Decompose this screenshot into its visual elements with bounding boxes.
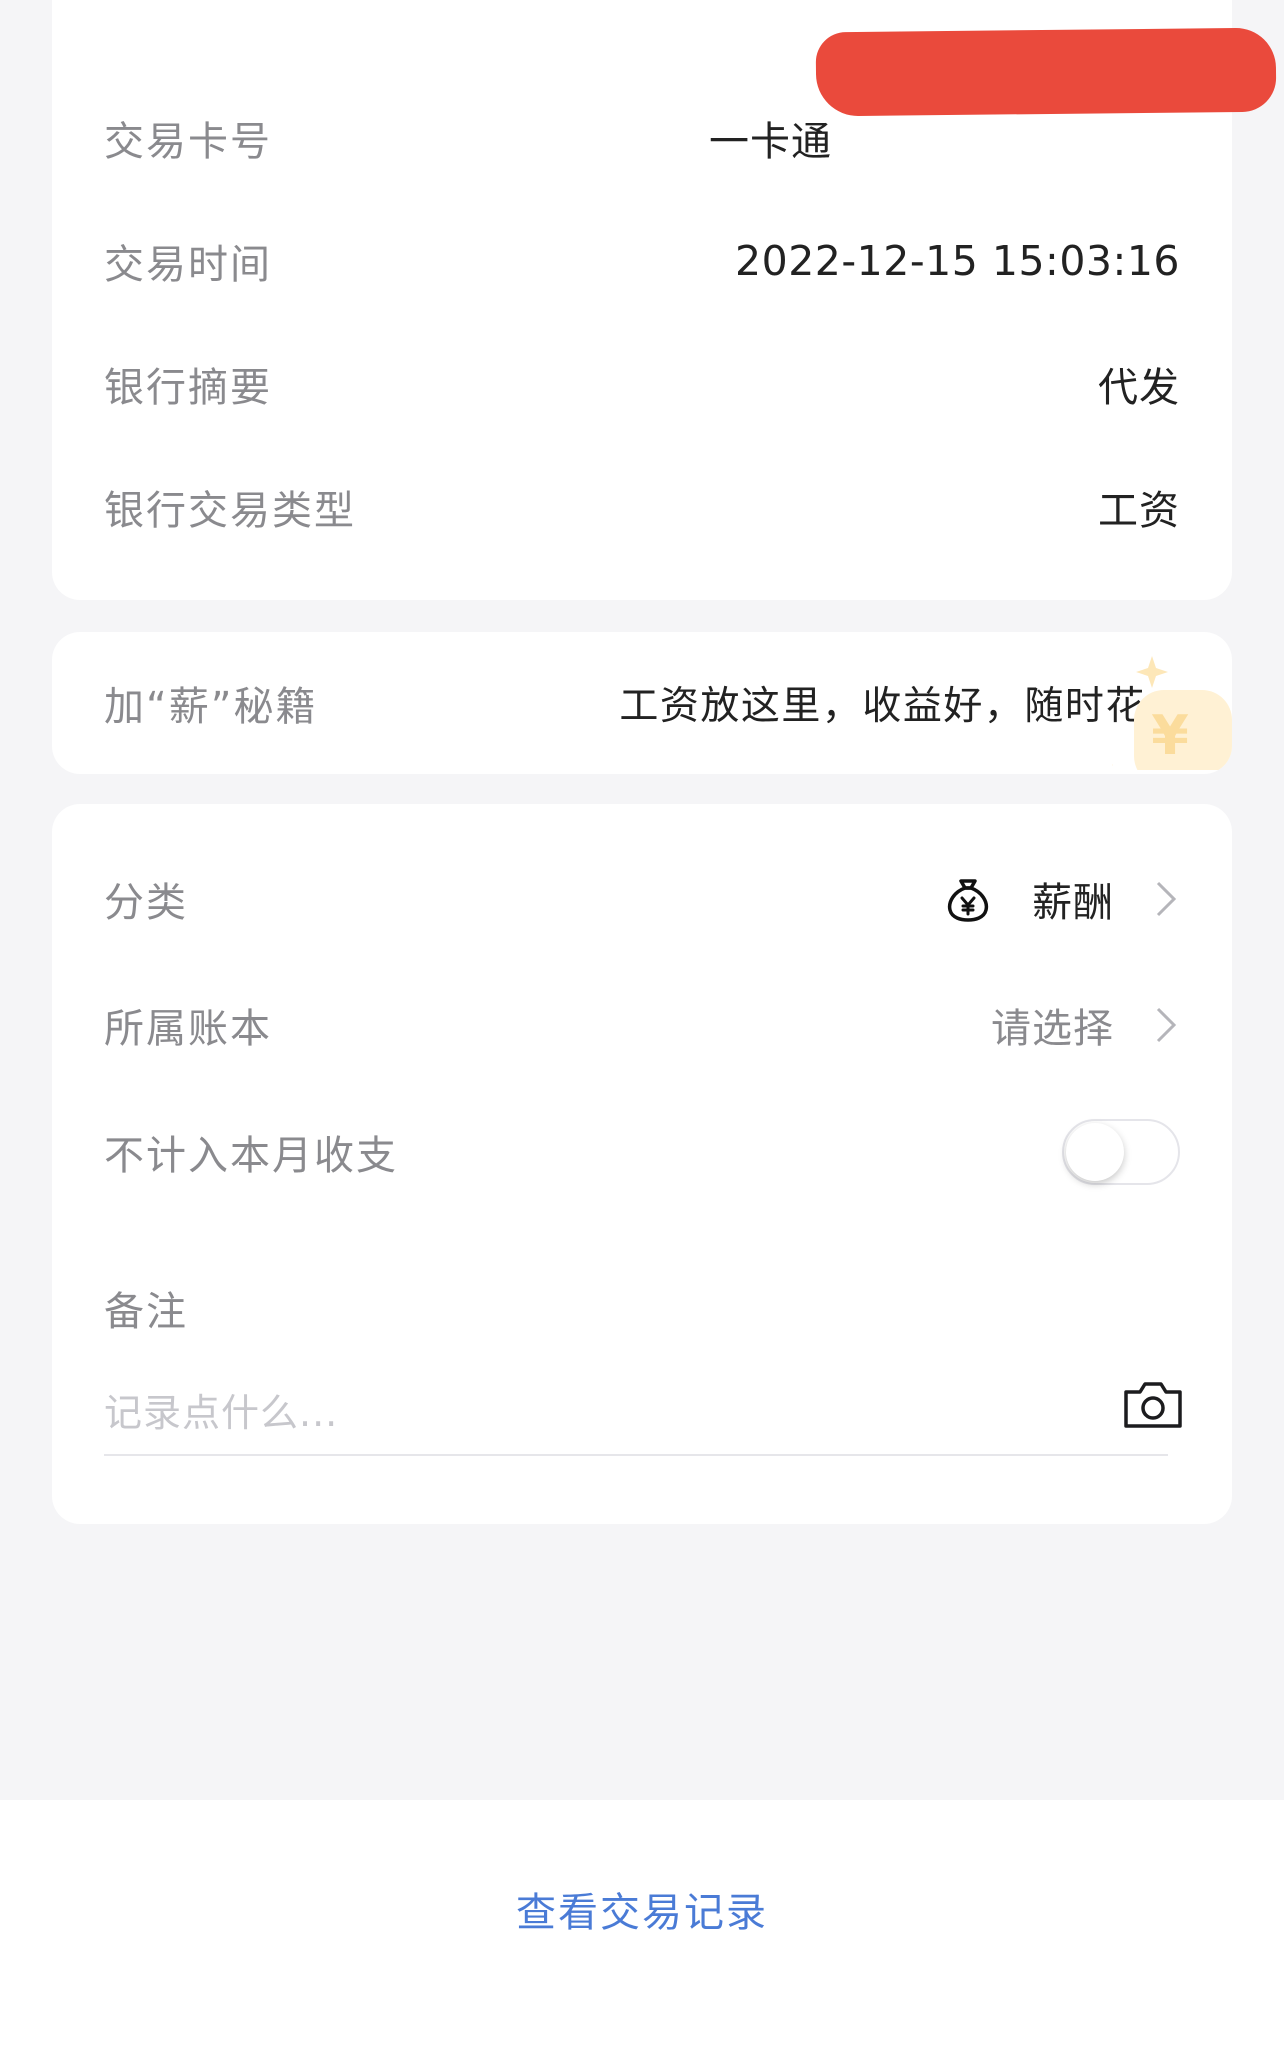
category-label: 分类 bbox=[104, 880, 188, 926]
time-value: 2022-12-15 15:03:16 bbox=[735, 237, 1180, 285]
redaction-mark bbox=[815, 27, 1277, 117]
category-value: 薪酬 bbox=[1032, 880, 1114, 926]
note-input[interactable]: 记录点什么... bbox=[104, 1364, 1182, 1456]
note-label-row: 备注 bbox=[104, 1268, 1180, 1348]
chevron-right-icon bbox=[1150, 1005, 1180, 1045]
category-row[interactable]: 分类 薪酬 bbox=[104, 859, 1180, 939]
time-label: 交易时间 bbox=[104, 242, 272, 288]
svg-text:¥: ¥ bbox=[1151, 704, 1189, 767]
exclude-label: 不计入本月收支 bbox=[104, 1133, 398, 1179]
toggle-knob bbox=[1066, 1123, 1124, 1181]
exclude-toggle[interactable] bbox=[1062, 1119, 1180, 1185]
type-label: 银行交易类型 bbox=[104, 488, 356, 534]
money-bag-icon bbox=[944, 875, 992, 923]
category-selector[interactable]: 薪酬 bbox=[944, 870, 1180, 928]
camera-icon[interactable] bbox=[1122, 1378, 1184, 1430]
transaction-settings-card: 分类 薪酬 所属账本 请选择 不计入本月收支 备注 记录点什么... bbox=[52, 804, 1232, 1524]
ledger-selector[interactable]: 请选择 bbox=[991, 996, 1180, 1054]
ledger-value: 请选择 bbox=[991, 1006, 1114, 1052]
note-label: 备注 bbox=[104, 1289, 188, 1335]
type-value: 工资 bbox=[1098, 488, 1180, 534]
summary-label: 银行摘要 bbox=[104, 365, 272, 411]
time-row: 交易时间 2022-12-15 15:03:16 bbox=[104, 221, 1180, 301]
yuan-sparkle-decoration-icon: ¥ bbox=[1112, 656, 1232, 770]
ledger-row[interactable]: 所属账本 请选择 bbox=[104, 985, 1180, 1065]
card-number-value: 一卡通 bbox=[709, 119, 832, 165]
summary-value: 代发 bbox=[1098, 365, 1180, 411]
promo-link[interactable]: 工资放这里，收益好，随时花> bbox=[619, 675, 1180, 731]
promo-row[interactable]: 加“薪”秘籍 工资放这里，收益好，随时花> bbox=[104, 663, 1180, 743]
promo-label: 加“薪”秘籍 bbox=[104, 684, 318, 730]
view-transactions-link[interactable]: 查看交易记录 bbox=[0, 1880, 1284, 1938]
exclude-row: 不计入本月收支 bbox=[104, 1112, 1180, 1192]
ledger-label: 所属账本 bbox=[104, 1006, 272, 1052]
chevron-right-icon bbox=[1150, 879, 1180, 919]
type-row: 银行交易类型 工资 bbox=[104, 467, 1180, 547]
note-placeholder: 记录点什么... bbox=[104, 1390, 339, 1435]
salary-promo-banner[interactable]: 加“薪”秘籍 工资放这里，收益好，随时花> ¥ bbox=[52, 632, 1232, 774]
bottom-bar: 查看交易记录 bbox=[0, 1800, 1284, 2072]
transaction-details-card: 交易卡号 一卡通 交易时间 2022-12-15 15:03:16 银行摘要 代… bbox=[52, 0, 1277, 600]
summary-row: 银行摘要 代发 bbox=[104, 344, 1180, 424]
